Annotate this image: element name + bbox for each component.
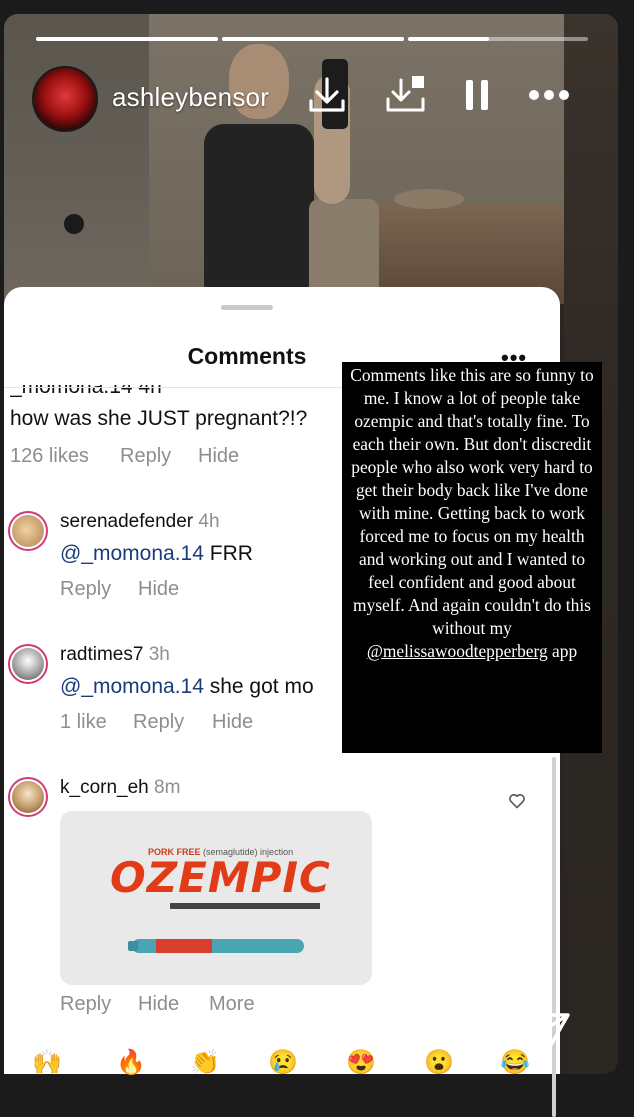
comment-body: she got mo — [203, 675, 314, 698]
commenter-avatar-image — [12, 648, 44, 680]
overlay-mention[interactable]: @melissawoodtepperberg — [367, 641, 548, 661]
injection-pen — [128, 939, 304, 953]
comment-username[interactable]: radtimes7 3h — [60, 644, 170, 666]
comment-likes[interactable]: 126 likes — [10, 445, 89, 468]
pen-label — [156, 939, 212, 953]
comment-time: 4h — [198, 511, 220, 532]
commenter-avatar[interactable] — [8, 644, 48, 684]
reply-button[interactable]: Reply — [120, 445, 171, 468]
commenter-avatar-image — [12, 781, 44, 813]
story-progress-1 — [36, 37, 218, 41]
person-tank-top — [204, 124, 314, 294]
story-progress-2-fill — [222, 37, 404, 41]
mention-link[interactable]: @_momona.14 — [60, 675, 204, 698]
comment-username-text: radtimes7 — [60, 644, 144, 665]
story-progress-2 — [222, 37, 404, 41]
comment-text: @_momona.14 she got mo — [60, 675, 314, 699]
comment-time: 8m — [154, 777, 181, 798]
story-text-overlay: Comments like this are so funny to me. I… — [342, 362, 602, 753]
reply-button[interactable]: Reply — [60, 578, 111, 601]
comments-scrollbar[interactable] — [552, 757, 556, 1117]
door-knob — [64, 214, 84, 234]
story-progress-1-fill — [36, 37, 218, 41]
sink-basin — [394, 189, 464, 209]
more-button[interactable]: More — [209, 993, 255, 1016]
story-photo — [4, 14, 618, 304]
comment-username-text: serenadefender — [60, 511, 194, 532]
story-username[interactable]: ashleybensor — [112, 82, 269, 113]
commenter-avatar[interactable] — [8, 777, 48, 817]
story-progress-3-fill — [408, 37, 489, 41]
more-icon[interactable] — [524, 70, 574, 120]
hide-button[interactable]: Hide — [198, 445, 239, 468]
pause-icon[interactable] — [452, 70, 502, 120]
pen-cap — [128, 941, 138, 951]
commenter-avatar[interactable] — [8, 511, 48, 551]
handbag — [309, 199, 379, 299]
send-icon[interactable] — [524, 1010, 572, 1059]
reply-button[interactable]: Reply — [133, 711, 184, 734]
comment-likes[interactable]: 1 like — [60, 711, 107, 734]
comment-username[interactable]: serenadefender 4h — [60, 511, 220, 533]
comment-text: how was she JUST pregnant?!? — [10, 407, 308, 430]
comment-username-text: k_corn_eh — [60, 777, 149, 798]
hide-button[interactable]: Hide — [212, 711, 253, 734]
story-avatar[interactable] — [32, 66, 98, 132]
comment-body: FRR — [203, 542, 253, 565]
overlay-tail: app — [552, 641, 578, 661]
add-to-story-icon[interactable] — [381, 70, 431, 120]
hide-button[interactable]: Hide — [138, 578, 179, 601]
reply-button[interactable]: Reply — [60, 993, 111, 1016]
overlay-body: Comments like this are so funny to me. I… — [350, 365, 594, 638]
door — [4, 14, 154, 304]
sheet-grabber[interactable] — [221, 305, 273, 310]
comment-time: 3h — [148, 644, 170, 665]
download-icon[interactable] — [302, 70, 352, 120]
commenter-avatar-image — [12, 515, 44, 547]
hide-button[interactable]: Hide — [138, 993, 179, 1016]
mention-link[interactable]: @_momona.14 — [60, 542, 204, 565]
comment-username[interactable]: k_corn_eh 8m — [60, 777, 180, 799]
ozempic-underline-text — [170, 903, 320, 909]
comment-text: @_momona.14 FRR — [60, 542, 253, 566]
ozempic-logo: OZEMPIC — [110, 853, 331, 902]
story-progress-3 — [408, 37, 588, 41]
like-comment-heart-icon[interactable] — [508, 793, 526, 814]
ozempic-image[interactable]: PORK FREE (semaglutide) injection OZEMPI… — [60, 811, 372, 985]
